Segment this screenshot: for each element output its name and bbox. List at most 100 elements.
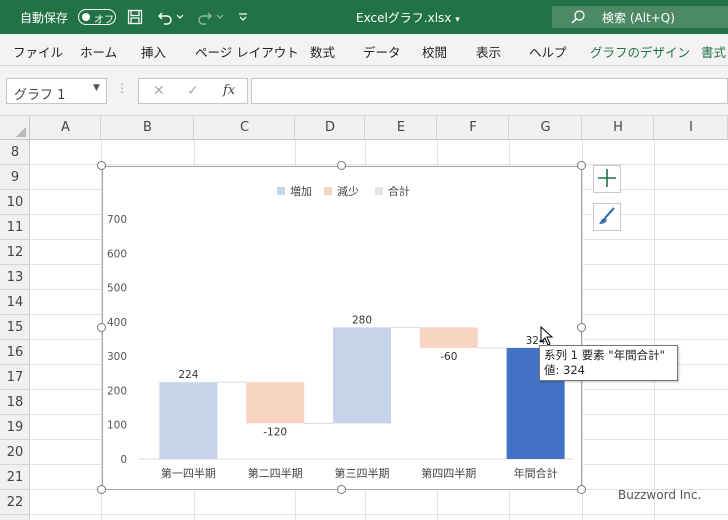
resize-handle-right[interactable] xyxy=(577,323,586,332)
y-tick-label: 100 xyxy=(107,420,127,432)
resize-handle-top-right[interactable] xyxy=(577,161,586,170)
row-header-21[interactable]: 21 xyxy=(0,465,30,490)
resize-handle-bottom-left[interactable] xyxy=(97,485,106,494)
resize-handle-bottom-right[interactable] xyxy=(577,485,586,494)
redo-icon[interactable] xyxy=(196,8,214,26)
legend-label: 合計 xyxy=(388,184,410,198)
autosave-label: 自動保存 xyxy=(20,11,69,25)
resize-handle-top[interactable] xyxy=(337,161,346,170)
tab-page-layout[interactable]: ページ レイアウト xyxy=(195,42,299,61)
chart-styles-button[interactable] xyxy=(593,203,621,231)
tab-data[interactable]: データ xyxy=(363,42,401,61)
row-header-12[interactable]: 12 xyxy=(0,240,30,265)
y-tick-label: 400 xyxy=(107,317,127,329)
resize-handle-top-left[interactable] xyxy=(97,161,106,170)
legend-label: 減少 xyxy=(337,184,359,198)
row-header-10[interactable]: 10 xyxy=(0,190,30,215)
y-tick-label: 0 xyxy=(120,454,127,466)
autosave-state: オフ xyxy=(94,15,114,26)
mouse-cursor-icon xyxy=(540,325,554,346)
toggle-knob xyxy=(82,13,90,21)
ribbon-tabs: ファイル ホーム 挿入 ページ レイアウト 数式 データ 校閲 表示 ヘルプ グ… xyxy=(0,34,728,66)
y-tick-label: 700 xyxy=(107,214,127,226)
bar-decrease xyxy=(419,327,478,348)
category-label: 第一四半期 xyxy=(161,466,216,480)
row-header-14[interactable]: 14 xyxy=(0,290,30,315)
resize-handle-bottom[interactable] xyxy=(337,485,346,494)
insert-function-icon[interactable]: fx xyxy=(223,83,235,98)
filename-dropdown-icon: ▾ xyxy=(455,15,460,25)
name-box-value: グラフ 1 xyxy=(14,88,66,103)
bar-increase xyxy=(159,382,218,459)
row-header-9[interactable]: 9 xyxy=(0,165,30,190)
row-header-16[interactable]: 16 xyxy=(0,340,30,365)
category-label: 年間合計 xyxy=(514,466,558,480)
y-tick-label: 300 xyxy=(107,351,127,363)
y-tick-label: 200 xyxy=(107,385,127,397)
search-icon xyxy=(570,9,586,28)
column-header-h[interactable]: H xyxy=(583,116,654,140)
tab-view[interactable]: 表示 xyxy=(476,42,501,61)
save-icon[interactable] xyxy=(126,8,144,26)
tooltip-value: 値: 324 xyxy=(544,363,585,377)
y-tick-label: 600 xyxy=(107,248,127,260)
column-header-e[interactable]: E xyxy=(366,116,437,140)
tab-format[interactable]: 書式 xyxy=(701,42,726,61)
tab-review[interactable]: 校閲 xyxy=(422,42,447,61)
watermark: Buzzword Inc. xyxy=(618,488,702,502)
resize-handle-left[interactable] xyxy=(97,323,106,332)
search-label: 検索 (Alt+Q) xyxy=(602,11,675,25)
row-header-17[interactable]: 17 xyxy=(0,365,30,390)
data-label: 280 xyxy=(352,314,372,326)
redo-dropdown-icon[interactable] xyxy=(214,8,226,26)
chart-svg: 700 600 500 400 300 200 100 0 増加 減少 合計 224 第一四半期 -120… xyxy=(107,184,573,480)
bar-decrease xyxy=(246,382,305,424)
row-header-18[interactable]: 18 xyxy=(0,390,30,415)
tab-file[interactable]: ファイル xyxy=(13,42,63,61)
select-all-button[interactable] xyxy=(0,116,30,140)
row-header-8[interactable]: 8 xyxy=(0,140,30,165)
row-header-20[interactable]: 20 xyxy=(0,440,30,465)
row-header-13[interactable]: 13 xyxy=(0,265,30,290)
formula-input[interactable] xyxy=(251,78,728,104)
column-header-b[interactable]: B xyxy=(102,116,194,140)
column-header-g[interactable]: G xyxy=(510,116,582,140)
chart-elements-button[interactable] xyxy=(593,165,621,193)
file-name[interactable]: Excelグラフ.xlsx ▾ xyxy=(356,9,460,26)
autosave-toggle[interactable]: オフ xyxy=(78,9,116,26)
legend-swatch xyxy=(375,187,383,195)
search-box[interactable]: 検索 (Alt+Q) xyxy=(552,6,728,28)
name-box-dropdown-icon[interactable]: ▼ xyxy=(93,83,100,93)
data-label: -120 xyxy=(263,426,287,438)
customize-toolbar-icon[interactable] xyxy=(234,8,252,26)
undo-dropdown-icon[interactable] xyxy=(174,8,186,26)
undo-icon[interactable] xyxy=(156,8,174,26)
column-header-c[interactable]: C xyxy=(195,116,295,140)
bar-increase xyxy=(333,327,391,424)
formula-bar-grip-icon: ⋮ xyxy=(116,81,128,95)
category-label: 第四四半期 xyxy=(421,466,476,480)
tab-chart-design[interactable]: グラフのデザイン xyxy=(590,42,690,61)
row-header-11[interactable]: 11 xyxy=(0,215,30,240)
category-label: 第二四半期 xyxy=(248,466,303,480)
column-header-a[interactable]: A xyxy=(31,116,101,140)
row-header-15[interactable]: 15 xyxy=(0,315,30,340)
column-header-d[interactable]: D xyxy=(296,116,365,140)
plus-icon xyxy=(597,168,617,191)
enter-icon[interactable]: ✓ xyxy=(187,83,199,99)
row-header-19[interactable]: 19 xyxy=(0,415,30,440)
row-header-22[interactable]: 22 xyxy=(0,490,30,515)
tab-insert[interactable]: 挿入 xyxy=(141,42,166,61)
waterfall-chart[interactable]: 700 600 500 400 300 200 100 0 増加 減少 合計 224 第一四半期 -120… xyxy=(102,166,582,490)
tab-help[interactable]: ヘルプ xyxy=(529,42,567,61)
name-box[interactable]: グラフ 1 ▼ xyxy=(6,78,107,104)
column-header-f[interactable]: F xyxy=(438,116,509,140)
cancel-icon[interactable]: ✕ xyxy=(153,83,165,99)
paintbrush-icon xyxy=(597,206,617,229)
tab-formulas[interactable]: 数式 xyxy=(310,42,335,61)
tab-home[interactable]: ホーム xyxy=(80,42,117,61)
column-header-i[interactable]: I xyxy=(655,116,728,140)
gridline xyxy=(654,140,655,520)
legend-label: 増加 xyxy=(290,185,312,198)
tooltip-series-element: 系列 1 要素 "年間合計" xyxy=(544,348,665,362)
